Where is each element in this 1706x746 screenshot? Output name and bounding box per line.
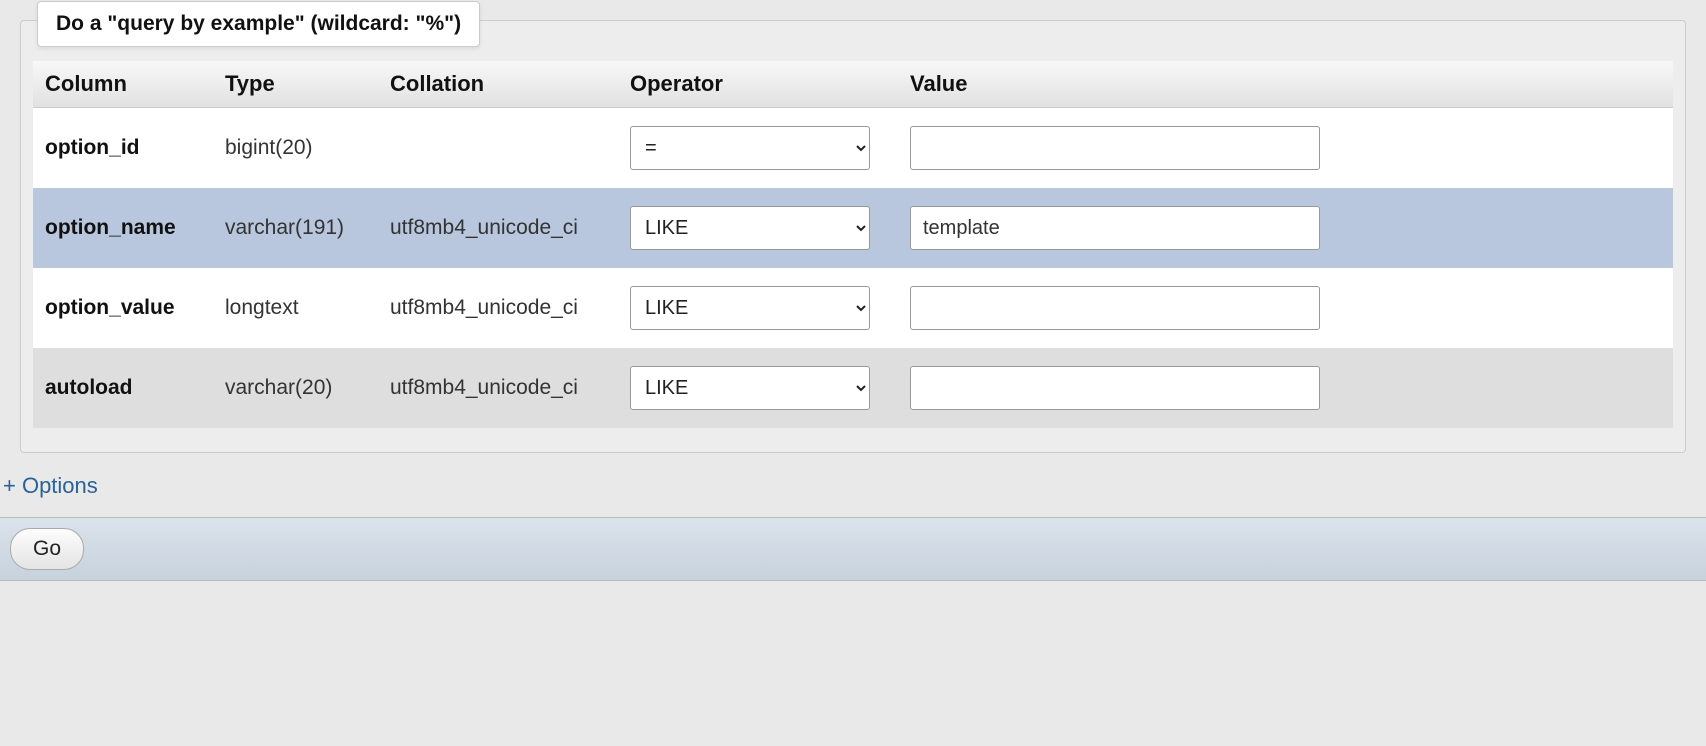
operator-select[interactable]: LIKE xyxy=(630,286,870,330)
operator-select[interactable]: LIKE xyxy=(630,366,870,410)
fieldset-legend: Do a "query by example" (wildcard: "%") xyxy=(37,1,480,47)
table-row: option_namevarchar(191)utf8mb4_unicode_c… xyxy=(33,188,1673,268)
table-row: option_valuelongtextutf8mb4_unicode_ci LI… xyxy=(33,268,1673,348)
column-type: varchar(20) xyxy=(213,348,378,428)
operator-select[interactable]: LIKE xyxy=(630,206,870,250)
column-collation xyxy=(378,108,618,189)
value-input[interactable] xyxy=(910,366,1320,410)
value-cell xyxy=(898,108,1673,189)
header-type: Type xyxy=(213,61,378,108)
header-collation: Collation xyxy=(378,61,618,108)
value-input[interactable] xyxy=(910,206,1320,250)
header-column: Column xyxy=(33,61,213,108)
column-type: varchar(191) xyxy=(213,188,378,268)
operator-cell: LIKE xyxy=(618,188,898,268)
value-cell xyxy=(898,188,1673,268)
value-cell xyxy=(898,348,1673,428)
table-row: option_idbigint(20) = xyxy=(33,108,1673,189)
go-button[interactable]: Go xyxy=(10,528,84,570)
column-collation: utf8mb4_unicode_ci xyxy=(378,348,618,428)
table-header-row: Column Type Collation Operator Value xyxy=(33,61,1673,108)
column-name: option_value xyxy=(33,268,213,348)
query-by-example-fieldset: Do a "query by example" (wildcard: "%") … xyxy=(20,20,1686,453)
value-input[interactable] xyxy=(910,126,1320,170)
value-input[interactable] xyxy=(910,286,1320,330)
column-name: autoload xyxy=(33,348,213,428)
column-type: longtext xyxy=(213,268,378,348)
operator-cell: = xyxy=(618,108,898,189)
column-name: option_id xyxy=(33,108,213,189)
column-type: bigint(20) xyxy=(213,108,378,189)
operator-cell: LIKE xyxy=(618,268,898,348)
operator-cell: LIKE xyxy=(618,348,898,428)
header-operator: Operator xyxy=(618,61,898,108)
qbe-table: Column Type Collation Operator Value opt… xyxy=(33,61,1673,428)
column-name: option_name xyxy=(33,188,213,268)
options-link[interactable]: + Options xyxy=(3,473,1703,499)
header-value: Value xyxy=(898,61,1673,108)
column-collation: utf8mb4_unicode_ci xyxy=(378,188,618,268)
column-collation: utf8mb4_unicode_ci xyxy=(378,268,618,348)
operator-select[interactable]: = xyxy=(630,126,870,170)
value-cell xyxy=(898,268,1673,348)
table-row: autoloadvarchar(20)utf8mb4_unicode_ci LIK… xyxy=(33,348,1673,428)
action-bar: Go xyxy=(0,517,1706,581)
